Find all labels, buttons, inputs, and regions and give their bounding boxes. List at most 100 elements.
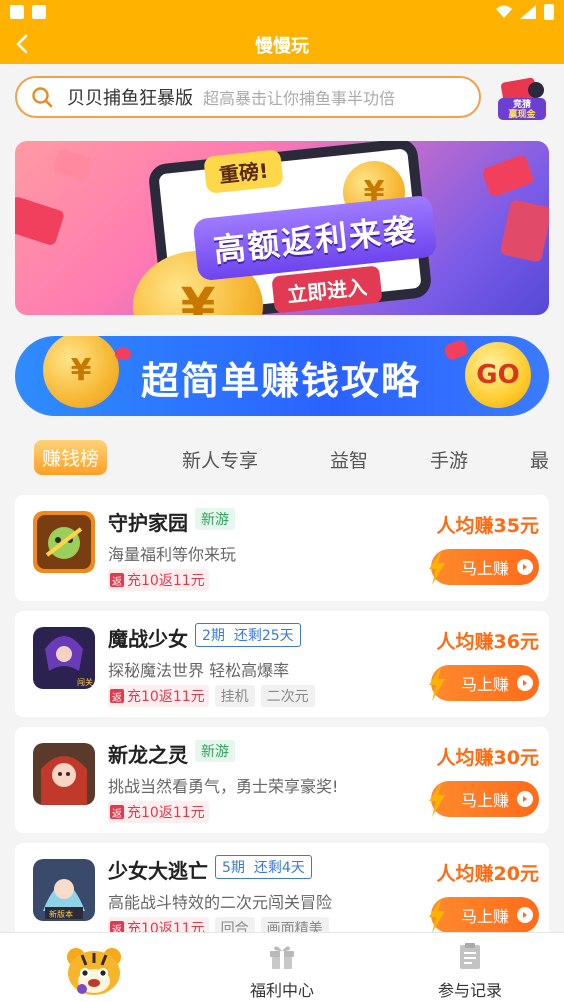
battery-icon	[544, 4, 554, 20]
earn-amount: 人均赚30元	[436, 747, 539, 769]
game-title: 守护家园	[108, 511, 188, 535]
period-badge: 2期 还剩25天	[195, 623, 301, 647]
period-remaining: 还剩4天	[253, 860, 305, 876]
gift-badge-line2: 赢现金	[508, 108, 536, 119]
game-description: 挑战当然看勇气，勇士荣享豪奖!	[108, 777, 339, 796]
lightning-icon	[429, 667, 445, 701]
notification-icon	[10, 5, 24, 19]
period-number: 5期	[222, 860, 245, 876]
rebate-tag: 返充10返11元	[108, 801, 209, 823]
game-card[interactable]: 守护家园 新游 海量福利等你来玩 返充10返11元 人均赚35元 马上赚	[15, 495, 549, 601]
earn-now-label: 马上赚	[461, 791, 510, 810]
play-arrow-icon	[517, 791, 533, 807]
game-icon-dragon-spirit	[33, 743, 95, 805]
search-hint: 超高暴击让你捕鱼事半功倍	[203, 89, 396, 108]
period-badge: 5期 还剩4天	[215, 855, 312, 879]
red-envelope-deco	[115, 348, 131, 360]
earn-amount: 人均赚35元	[436, 515, 539, 537]
rebate-tag: 返充10返11元	[108, 569, 209, 591]
red-envelope-deco	[15, 195, 66, 247]
signal-icon	[520, 5, 536, 19]
red-envelope-deco	[499, 199, 549, 263]
icon-label: 闯关	[77, 677, 93, 687]
red-envelope-deco	[481, 154, 535, 198]
rebate-icon: 返	[110, 689, 124, 704]
tab-mobile-games[interactable]: 手游	[430, 446, 468, 473]
play-arrow-icon	[517, 675, 533, 691]
rebate-tag: 返充10返11元	[108, 685, 209, 707]
nav-label: 福利中心	[249, 981, 314, 1000]
game-icon-magic-girl: 闯关	[33, 627, 95, 689]
category-tabs: 赚钱榜 新人专享 益智 手游 最	[0, 436, 564, 486]
search-keyword: 贝贝捕鱼狂暴版	[67, 88, 193, 109]
rebate-icon: 返	[110, 805, 124, 820]
new-game-badge: 新游	[195, 740, 235, 762]
search-icon	[32, 87, 53, 108]
earning-guide-text: 超简单赚钱攻略	[141, 359, 422, 403]
earn-now-button[interactable]: 马上赚	[429, 781, 539, 817]
tiger-mascot-icon	[67, 948, 121, 995]
go-button: GO	[465, 342, 531, 408]
app-header: 慢慢玩	[0, 24, 564, 64]
red-envelope-icon: 竞猜 赢现金	[498, 77, 546, 120]
tab-earning-rank[interactable]: 赚钱榜	[34, 440, 108, 475]
tab-latest[interactable]: 最	[530, 446, 549, 473]
genre-tag: 二次元	[260, 685, 315, 707]
nav-label: 参与记录	[437, 981, 502, 1000]
coin-icon: ¥	[43, 336, 119, 408]
earn-now-label: 马上赚	[461, 907, 510, 926]
rebate-text: 充10返11元	[127, 805, 205, 821]
earn-now-label: 马上赚	[461, 675, 510, 694]
game-icon-girl-escape: 新版本	[33, 859, 95, 921]
game-description: 高能战斗特效的二次元闯关冒险	[108, 893, 333, 912]
page-title: 慢慢玩	[255, 36, 309, 57]
gift-icon	[270, 946, 294, 969]
nav-welfare-center[interactable]: 福利中心	[188, 933, 376, 1002]
search-bar[interactable]: 贝贝捕鱼狂暴版 超高暴击让你捕鱼事半功倍	[15, 76, 481, 118]
game-title: 新龙之灵	[108, 743, 188, 767]
earn-now-button[interactable]: 马上赚	[429, 549, 539, 585]
earn-now-button[interactable]: 马上赚	[429, 897, 539, 933]
red-envelope-deco	[51, 147, 95, 183]
status-bar	[0, 0, 564, 24]
game-tags: 返充10返11元 挂机 二次元	[108, 685, 315, 707]
gift-badge-line1: 竞猜	[512, 98, 531, 109]
red-envelope-deco	[442, 338, 470, 362]
icon-label: 新版本	[49, 909, 73, 919]
period-number: 2期	[202, 628, 225, 644]
earn-amount: 人均赚36元	[436, 631, 539, 653]
new-game-badge: 新游	[195, 508, 235, 530]
earn-amount: 人均赚20元	[436, 863, 539, 885]
game-description: 海量福利等你来玩	[108, 545, 237, 564]
lightning-icon	[429, 783, 445, 817]
game-card[interactable]: 新龙之灵 新游 挑战当然看勇气，勇士荣享豪奖! 返充10返11元 人均赚30元 …	[15, 727, 549, 833]
game-title: 少女大逃亡	[108, 859, 208, 883]
earn-now-label: 马上赚	[461, 559, 510, 578]
rebate-text: 充10返11元	[127, 689, 205, 705]
rebate-text: 充10返11元	[127, 573, 205, 589]
nav-home[interactable]	[0, 933, 188, 1002]
nav-participation-records[interactable]: 参与记录	[376, 933, 564, 1002]
game-card[interactable]: 闯关 魔战少女 2期 还剩25天 探秘魔法世界 轻松高爆率 返充10返11元 挂…	[15, 611, 549, 717]
game-tags: 返充10返11元	[108, 801, 209, 823]
lightning-icon	[429, 899, 445, 933]
play-arrow-icon	[517, 559, 533, 575]
wifi-icon	[496, 5, 512, 18]
period-remaining: 还剩25天	[233, 628, 294, 644]
tab-puzzle[interactable]: 益智	[330, 446, 368, 473]
rebate-banner[interactable]: ¥ ¥ 重磅! 高额返利来袭 立即进入	[15, 141, 549, 315]
game-tags: 返充10返11元	[108, 569, 209, 591]
notification-icon-2	[32, 5, 46, 19]
quiz-cash-badge[interactable]: 竞猜 赢现金	[496, 76, 548, 122]
game-icon-guardian	[33, 511, 95, 573]
earn-now-button[interactable]: 马上赚	[429, 665, 539, 701]
lightning-icon	[429, 551, 445, 585]
game-title: 魔战少女	[108, 627, 188, 651]
game-description: 探秘魔法世界 轻松高爆率	[108, 661, 290, 680]
genre-tag: 挂机	[214, 685, 255, 707]
earning-guide-banner[interactable]: ¥ 超简单赚钱攻略 GO	[15, 336, 549, 416]
play-arrow-icon	[517, 907, 533, 923]
tab-newcomer[interactable]: 新人专享	[182, 446, 258, 473]
bottom-navigation: 福利中心 参与记录	[0, 932, 564, 1002]
clipboard-icon	[460, 943, 480, 969]
